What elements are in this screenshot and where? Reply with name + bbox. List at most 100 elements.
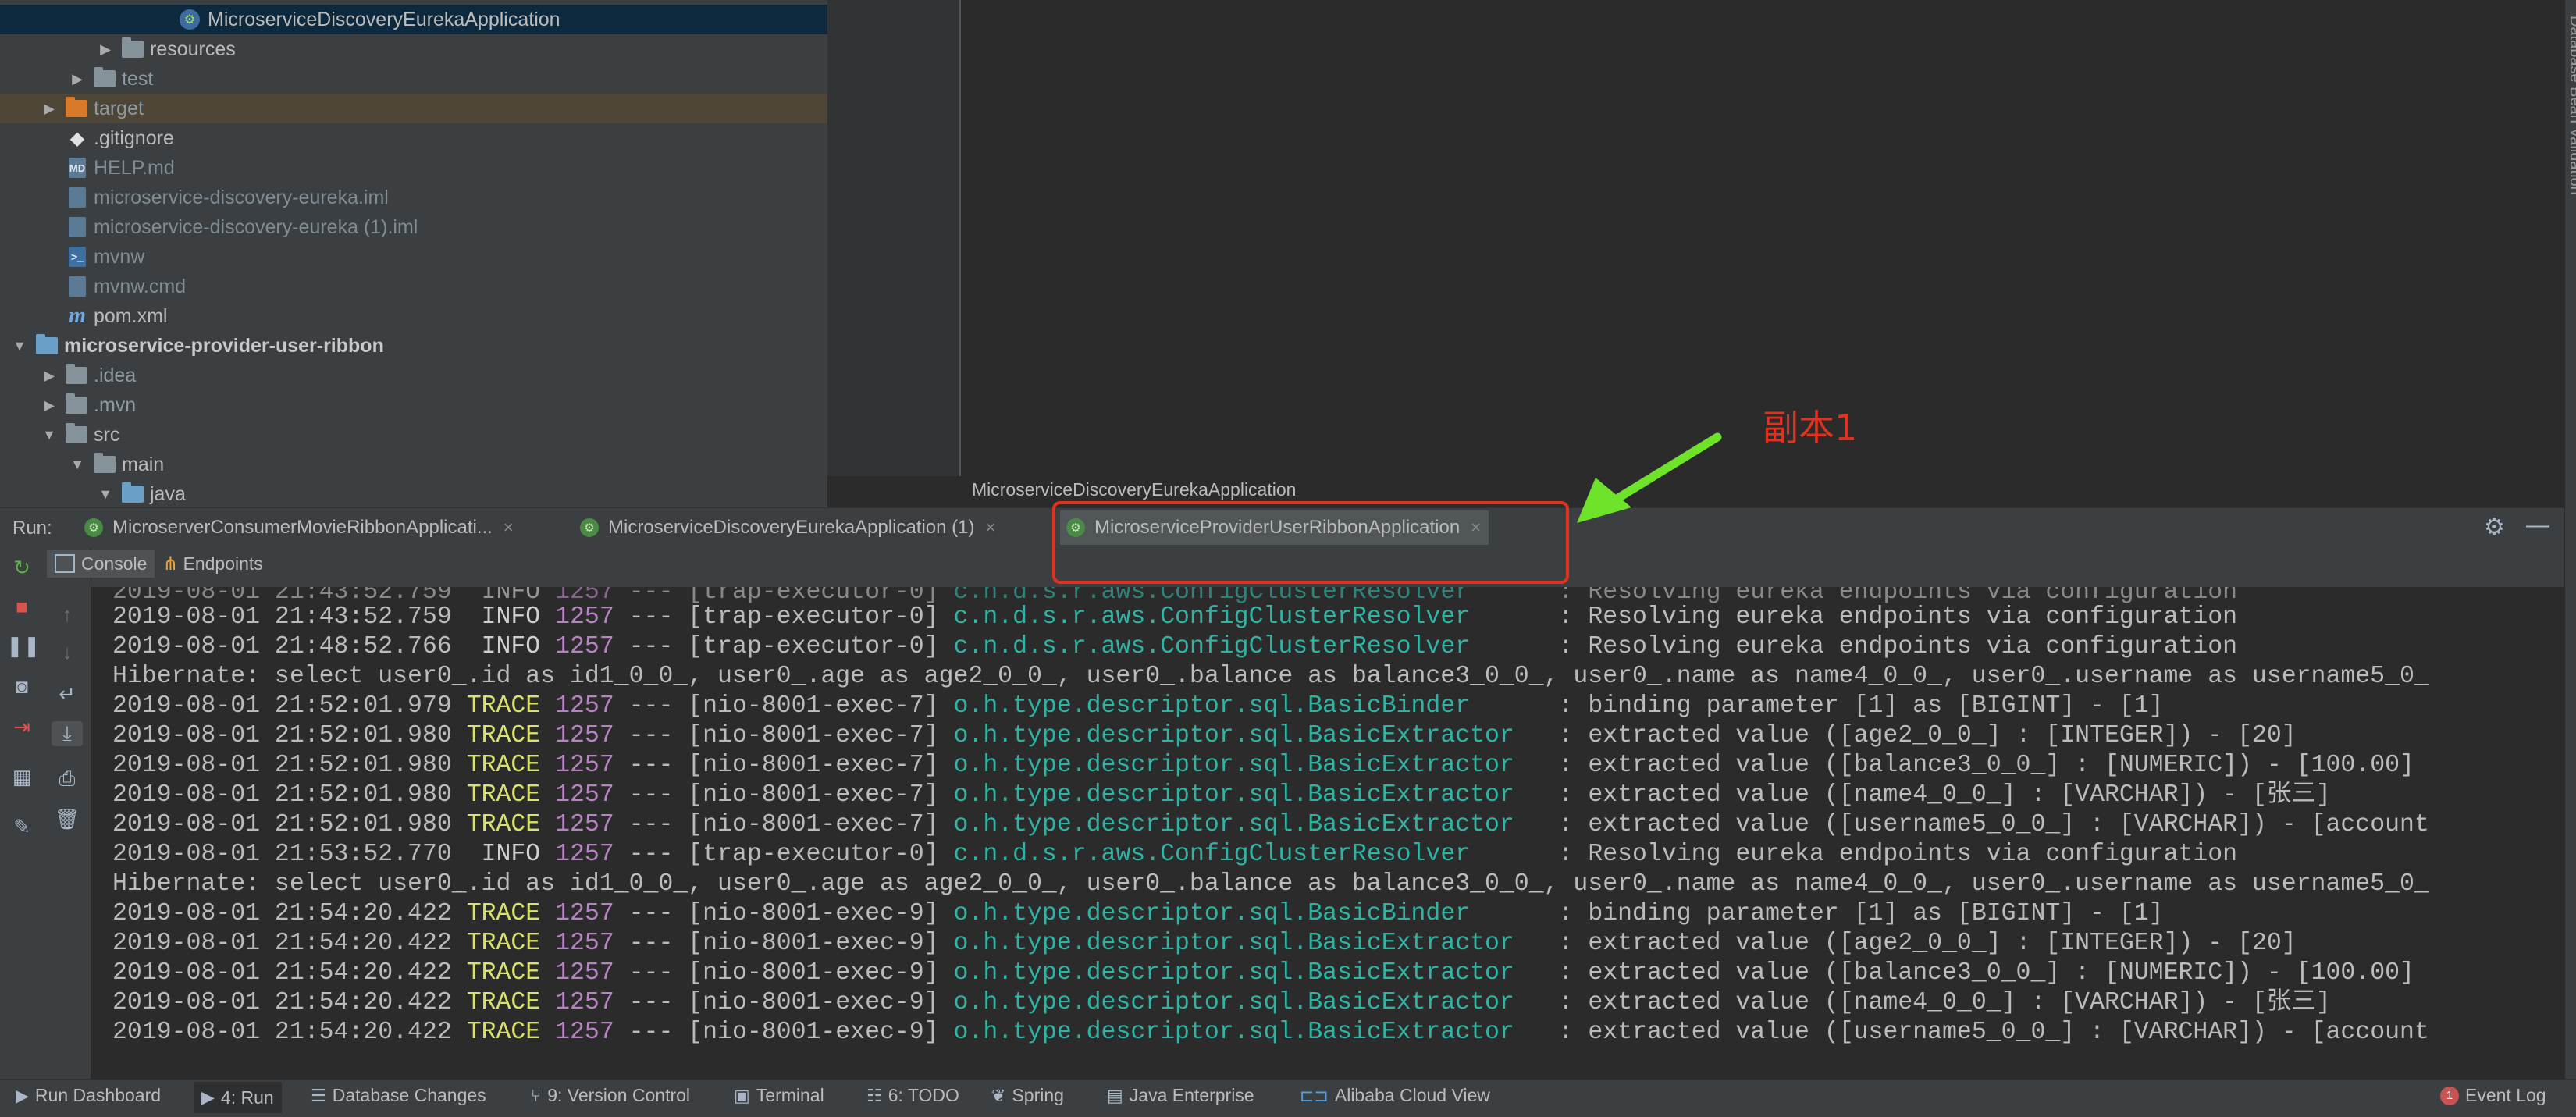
stop-icon[interactable]: ■ — [6, 595, 37, 619]
print-icon[interactable]: ⎙ — [52, 767, 83, 792]
tab-console[interactable]: Console — [47, 550, 155, 578]
minimize-icon[interactable]: — — [2526, 512, 2549, 539]
tree-item-label: pom.xml — [94, 304, 168, 327]
tree-item-mvnw[interactable]: >_ mvnw — [0, 242, 827, 272]
excluded-folder-icon — [66, 97, 87, 117]
module-folder-icon — [36, 334, 58, 354]
folder-icon — [94, 67, 116, 87]
run-tab-label: MicroserviceDiscoveryEurekaApplication (… — [608, 517, 975, 538]
tree-item-java[interactable]: ▼ java — [0, 479, 827, 507]
tree-item-gitignore[interactable]: ◆ .gitignore — [0, 123, 827, 153]
tab-endpoints[interactable]: ⋔ Endpoints — [155, 550, 270, 578]
tool-version-control[interactable]: ⑂ 9: Version Control — [531, 1085, 690, 1106]
arrow-up-icon[interactable]: ↑ — [52, 603, 83, 627]
chevron-right-icon[interactable]: ▶ — [41, 397, 58, 414]
tool-alibaba-cloud-view[interactable]: ⊏⊐ Alibaba Cloud View — [1300, 1085, 1490, 1106]
console-line: 2019-08-01 21:52:01.980 TRACE 1257 --- [… — [112, 722, 2297, 749]
tree-item-label: src — [94, 423, 120, 446]
tree-item-main[interactable]: ▼ main — [0, 450, 827, 479]
tree-item-label: MicroserviceDiscoveryEurekaApplication — [208, 8, 560, 30]
editor-gutter-separator — [959, 0, 961, 476]
run-tab-discovery-eureka[interactable]: ⚙ MicroserviceDiscoveryEurekaApplication… — [574, 510, 1003, 545]
gear-icon[interactable]: ⚙ — [2484, 514, 2505, 541]
tool-database-changes[interactable]: ☰ Database Changes — [311, 1085, 486, 1106]
tree-item-help-md[interactable]: MD HELP.md — [0, 153, 827, 183]
tree-item-label: target — [94, 97, 144, 119]
console-line: 2019-08-01 21:54:20.422 TRACE 1257 --- [… — [112, 900, 2164, 927]
tree-item-pom-xml[interactable]: m pom.xml — [0, 301, 827, 331]
folder-icon — [122, 37, 144, 58]
tree-item-label: mvnw — [94, 245, 145, 268]
editor-breadcrumb[interactable]: MicroserviceDiscoveryEurekaApplication — [972, 479, 1296, 500]
tool-terminal[interactable]: ▣ Terminal — [734, 1085, 824, 1106]
tree-item-target[interactable]: ▶ target — [0, 94, 827, 123]
arrow-down-icon[interactable]: ↓ — [52, 640, 83, 664]
chevron-right-icon[interactable]: ▶ — [41, 367, 58, 384]
alibaba-cloud-icon: ⊏⊐ — [1300, 1085, 1329, 1105]
chevron-right-icon[interactable]: ▶ — [69, 70, 86, 87]
annotation-label: 副本1 — [1763, 407, 1858, 449]
tree-item-test[interactable]: ▶ test — [0, 64, 827, 94]
tree-item-idea[interactable]: ▶ .idea — [0, 361, 827, 390]
maven-icon: m — [69, 304, 86, 328]
tool-java-enterprise[interactable]: ▤ Java Enterprise — [1107, 1085, 1254, 1106]
tree-item-eureka-application[interactable]: ⚙ MicroserviceDiscoveryEurekaApplication — [0, 5, 827, 34]
chevron-right-icon[interactable]: ▶ — [97, 41, 114, 58]
play-icon: ▶ — [201, 1087, 215, 1107]
tree-item-label: mvnw.cmd — [94, 275, 187, 297]
tab-console-label: Console — [81, 553, 148, 574]
tool-label: Event Log — [2465, 1085, 2546, 1105]
exit-icon[interactable]: ⇥ — [6, 715, 37, 739]
tool-label: 6: TODO — [888, 1085, 959, 1105]
iml-file-icon — [69, 217, 86, 237]
iml-file-icon — [69, 187, 86, 208]
tool-run-dashboard[interactable]: ▶ Run Dashboard — [16, 1085, 161, 1106]
tree-item-iml-copy[interactable]: microservice-discovery-eureka (1).iml — [0, 212, 827, 242]
tree-item-provider-module[interactable]: ▼ microservice-provider-user-ribbon — [0, 331, 827, 361]
rerun-icon[interactable]: ↻ — [6, 556, 37, 580]
tool-spring[interactable]: ❦ Spring — [991, 1085, 1064, 1106]
console-output[interactable]: 2019-08-01 21:43:52.759 INFO 1257 --- [t… — [91, 587, 2564, 1079]
tree-item-resources[interactable]: ▶ resources — [0, 34, 827, 64]
console-line-sql: Hibernate: select user0_.id as id1_0_0_,… — [112, 663, 2429, 690]
chevron-down-icon[interactable]: ▼ — [41, 426, 58, 443]
tree-item-mvn[interactable]: ▶ .mvn — [0, 390, 827, 420]
pause-icon[interactable]: ❚❚ — [6, 634, 41, 658]
tool-run[interactable]: ▶ 4: Run — [194, 1082, 282, 1113]
console-line: 2019-08-01 21:52:01.980 TRACE 1257 --- [… — [112, 781, 2331, 809]
close-icon[interactable]: × — [503, 518, 514, 538]
folder-icon — [94, 453, 116, 473]
spring-boot-run-icon: ⚙ — [84, 518, 103, 537]
console-line: 2019-08-01 21:54:20.422 TRACE 1257 --- [… — [112, 989, 2331, 1016]
right-tool-strip-label[interactable]: Database Bean Validation — [2566, 16, 2576, 195]
camera-icon[interactable]: ◙ — [6, 674, 37, 699]
tool-event-log[interactable]: 1 Event Log — [2440, 1085, 2546, 1106]
trash-icon[interactable]: 🗑 — [52, 807, 83, 831]
soft-wrap-icon[interactable]: ↵ — [52, 682, 83, 706]
layout-icon[interactable]: ▦ — [6, 765, 37, 789]
pin-icon[interactable]: ✎ — [6, 815, 37, 839]
tree-item-src[interactable]: ▼ src — [0, 420, 827, 450]
tree-item-mvnw-cmd[interactable]: mvnw.cmd — [0, 272, 827, 301]
close-icon[interactable]: × — [986, 518, 996, 538]
chevron-down-icon[interactable]: ▼ — [97, 486, 114, 503]
chevron-down-icon[interactable]: ▼ — [11, 337, 28, 354]
tree-item-label: resources — [150, 37, 236, 60]
run-subtabs: Console ⋔ Endpoints — [47, 548, 271, 579]
shell-script-icon: >_ — [69, 247, 86, 267]
scroll-to-end-icon[interactable]: ⤓ — [52, 721, 83, 746]
tree-item-label: java — [150, 482, 186, 505]
tool-label: Java Enterprise — [1129, 1085, 1254, 1105]
chevron-right-icon[interactable]: ▶ — [41, 100, 58, 117]
tool-todo[interactable]: ☷ 6: TODO — [866, 1085, 959, 1106]
tree-item-iml[interactable]: microservice-discovery-eureka.iml — [0, 183, 827, 212]
source-folder-icon — [122, 482, 144, 503]
run-toolbar-primary: ↻ ■ ❚❚ ◙ ⇥ ▦ ✎ — [0, 548, 44, 1079]
tool-label: Run Dashboard — [34, 1085, 162, 1105]
console-line: 2019-08-01 21:52:01.980 TRACE 1257 --- [… — [112, 752, 2414, 779]
tree-item-label: test — [122, 67, 154, 90]
endpoints-icon: ⋔ — [162, 553, 179, 575]
chevron-down-icon[interactable]: ▼ — [69, 456, 86, 473]
run-tab-consumer-movie[interactable]: ⚙ MicroserverConsumerMovieRibbonApplicat… — [78, 510, 521, 545]
tool-label: 4: Run — [220, 1087, 274, 1108]
